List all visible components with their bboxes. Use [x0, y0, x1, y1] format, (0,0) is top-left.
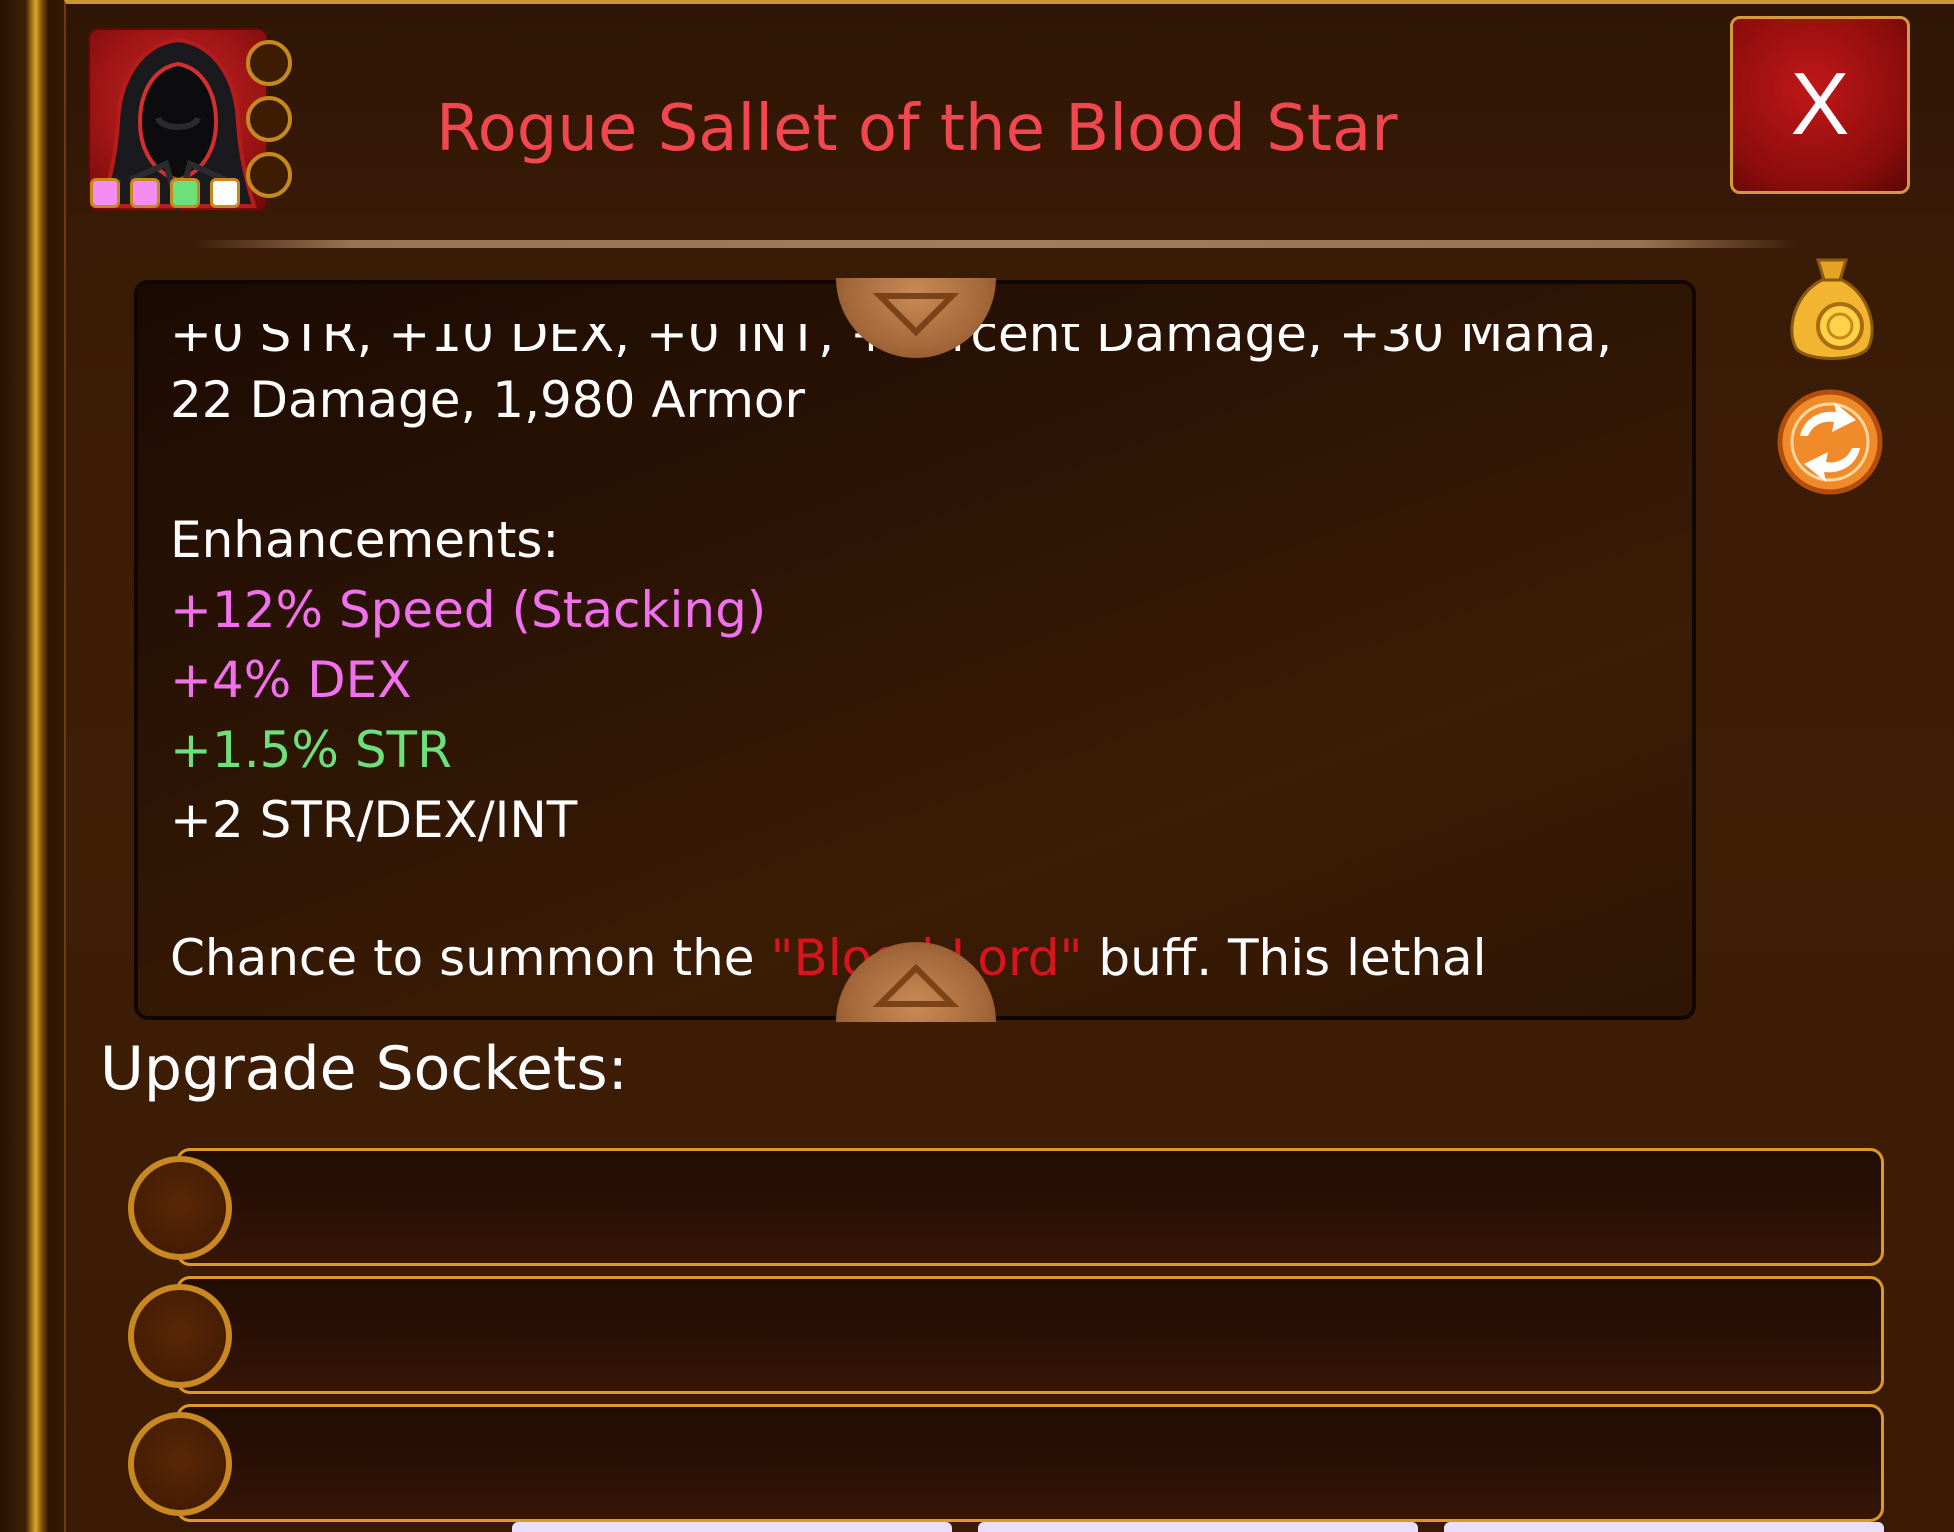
left-frame-border — [0, 0, 64, 1532]
exchange-arrows-icon — [1777, 389, 1883, 495]
proc-prefix: Chance to summon the — [170, 929, 771, 987]
empty-ring — [246, 96, 292, 142]
scroll-down-button[interactable] — [836, 942, 996, 1022]
empty-ring — [246, 40, 292, 86]
socket-ring-icon[interactable] — [128, 1284, 232, 1388]
exchange-button[interactable] — [1774, 386, 1886, 498]
upgrade-socket-slot[interactable] — [176, 1276, 1884, 1394]
close-button[interactable]: X — [1730, 16, 1910, 194]
rarity-gem — [210, 178, 240, 208]
enhancement-line: +12% Speed (Stacking) — [170, 581, 767, 639]
chevron-up-icon — [872, 963, 960, 1007]
upgrade-socket-slot[interactable] — [176, 1148, 1884, 1266]
scroll-up-button[interactable] — [836, 278, 996, 358]
socket-ring-column — [246, 40, 302, 210]
enhancement-line: +2 STR/DEX/INT — [170, 791, 578, 849]
upgrade-socket-slot[interactable] — [176, 1404, 1884, 1522]
enhancements-header: Enhancements: — [170, 511, 560, 569]
upgrade-sockets-label: Upgrade Sockets: — [100, 1034, 628, 1104]
rarity-gem — [90, 178, 120, 208]
bottom-tab[interactable] — [978, 1522, 1418, 1532]
proc-description: Chance to summon the "Blood Lord" buff. … — [170, 926, 1487, 990]
rarity-gem — [170, 178, 200, 208]
rarity-gem-row — [90, 178, 250, 210]
proc-suffix: buff. This lethal — [1082, 929, 1487, 987]
enhancement-line: +1.5% STR — [170, 721, 452, 779]
coin-bag-icon — [1790, 258, 1874, 360]
rarity-gem — [130, 178, 160, 208]
coin-bag-icon[interactable] — [1784, 250, 1880, 364]
empty-ring — [246, 152, 292, 198]
stats-line: 22 Damage, 1,980 Armor — [170, 371, 806, 429]
socket-ring-icon[interactable] — [128, 1412, 232, 1516]
socket-ring-icon[interactable] — [128, 1156, 232, 1260]
header-divider — [190, 240, 1800, 248]
bottom-tab[interactable] — [1444, 1522, 1884, 1532]
item-title: Rogue Sallet of the Blood Star — [436, 92, 1398, 166]
enhancement-line: +4% DEX — [170, 651, 412, 709]
bottom-tab[interactable] — [512, 1522, 952, 1532]
chevron-down-icon — [872, 293, 960, 337]
